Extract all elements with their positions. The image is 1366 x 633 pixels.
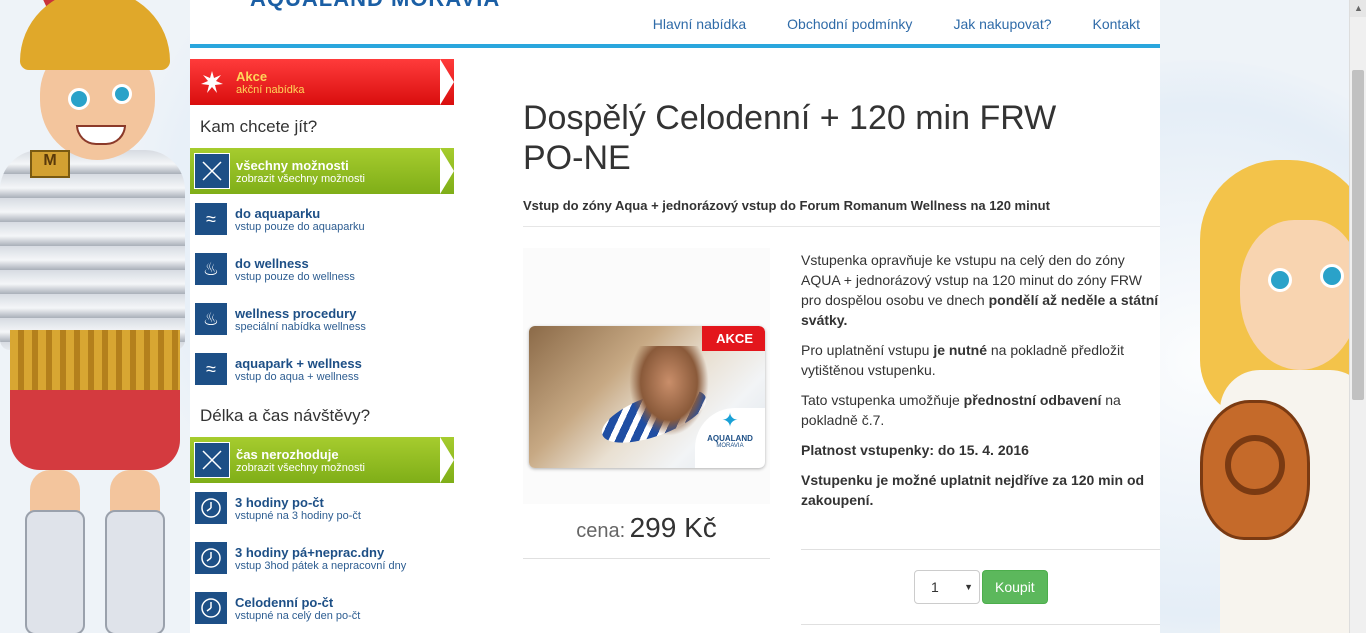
nav-how-to-buy[interactable]: Jak nakupovat?: [953, 16, 1051, 32]
sidebar-item-subtitle: vstup 3hod pátek a nepracovní dny: [235, 559, 407, 572]
sidebar-item-3h-mon-thu[interactable]: 3 hodiny po-čt vstupné na 3 hodiny po-čt: [190, 483, 454, 533]
ticket-logo-text: AQUALAND: [707, 434, 753, 443]
aqualand-logo: ✦ AQUALAND MORAVIA: [695, 408, 765, 468]
scroll-up-arrow-icon[interactable]: ▲: [1350, 0, 1366, 17]
validity: Platnost vstupenky: do 15. 4. 2016: [801, 440, 1160, 460]
sidebar-item-title: aquapark + wellness: [235, 355, 362, 371]
sidebar-item-title: wellness procedury: [235, 305, 357, 321]
clock-icon: [195, 542, 227, 574]
where-heading: Kam chcete jít?: [200, 117, 318, 136]
description-paragraph: Tato vstupenka umožňuje přednostní odbav…: [801, 390, 1160, 430]
usage-note-text: Vstupenku je možné uplatnit nejdříve za …: [801, 472, 1145, 508]
quantity-select[interactable]: 1 ▼: [914, 570, 980, 604]
sidebar-item-wellness-procedures[interactable]: ♨ wellness procedury speciální nabídka w…: [190, 294, 454, 344]
product-image-column: AKCE ✦ AQUALAND MORAVIA cena: 299 Kč: [523, 248, 770, 559]
top-navigation: Hlavní nabídka Obchodní podmínky Jak nak…: [190, 0, 1160, 48]
filter-all-title: všechny možnosti: [236, 157, 349, 173]
sidebar-promo[interactable]: Akce akční nabídka: [190, 59, 454, 105]
sidebar-item-title: do wellness: [235, 255, 309, 271]
sidebar-item-subtitle: vstup pouze do aquaparku: [235, 220, 365, 233]
buy-button[interactable]: Koupit: [982, 570, 1048, 604]
main-wrapper: AQUALAND MORAVIA Hlavní nabídka Obchodní…: [190, 0, 1160, 633]
product-description: Vstupenka opravňuje ke vstupu na celý de…: [801, 250, 1160, 520]
sidebar-item-aquapark-wellness[interactable]: ≈ aquapark + wellness vstup do aqua + we…: [190, 344, 454, 394]
duration-heading: Délka a čas návštěvy?: [200, 406, 371, 425]
cross-icon: [194, 442, 230, 478]
quantity-value: 1: [931, 579, 939, 595]
divider: [523, 558, 770, 559]
sidebar: Akce akční nabídka Kam chcete jít? všech…: [190, 59, 454, 633]
product-image: AKCE ✦ AQUALAND MORAVIA: [523, 248, 770, 504]
price-value: 299 Kč: [629, 512, 717, 543]
swimmer-icon: ≈: [195, 203, 227, 235]
filter-any-time-subtitle: zobrazit všechny možnosti: [236, 461, 365, 474]
description-text: Tato vstupenka umožňuje: [801, 392, 964, 408]
purchase-form: 1 ▼ Koupit: [914, 570, 1048, 604]
filter-all-options[interactable]: všechny možnosti zobrazit všechny možnos…: [190, 148, 454, 194]
product-detail: Dospělý Celodenní + 120 min FRW PO-NE Vs…: [523, 98, 1160, 625]
price-label: cena:: [576, 520, 626, 542]
page-scrollbar[interactable]: ▲: [1349, 0, 1366, 633]
scrollbar-thumb[interactable]: [1352, 70, 1364, 400]
sidebar-item-3h-fri-holidays[interactable]: 3 hodiny pá+neprac.dny vstup 3hod pátek …: [190, 533, 454, 583]
promo-subtitle: akční nabídka: [236, 83, 305, 96]
sidebar-item-subtitle: vstup do aqua + wellness: [235, 370, 359, 383]
sauna-icon: ♨: [195, 303, 227, 335]
nav-main-offer[interactable]: Hlavní nabídka: [653, 16, 746, 32]
filter-all-subtitle: zobrazit všechny možnosti: [236, 172, 365, 185]
description-emphasis: přednostní odbavení: [963, 392, 1102, 408]
clock-icon: [195, 492, 227, 524]
sidebar-item-title: 3 hodiny pá+neprac.dny: [235, 544, 385, 560]
splash-icon: ✦: [721, 410, 739, 432]
sidebar-item-wellness[interactable]: ♨ do wellness vstup pouze do wellness: [190, 244, 454, 294]
sauna-icon: ♨: [195, 253, 227, 285]
sidebar-item-subtitle: vstup pouze do wellness: [235, 270, 355, 283]
sidebar-item-subtitle: speciální nabídka wellness: [235, 320, 366, 333]
ticket-logo-subtext: MORAVIA: [716, 443, 744, 449]
page-title: Dospělý Celodenní + 120 min FRW PO-NE: [523, 99, 1057, 177]
ticket-image: AKCE ✦ AQUALAND MORAVIA: [529, 326, 765, 468]
roman-soldier-mascot: M: [0, 0, 190, 633]
description-paragraph: Vstupenka opravňuje ke vstupu na celý de…: [801, 250, 1160, 330]
nav-contact[interactable]: Kontakt: [1093, 16, 1140, 32]
divider: [801, 624, 1160, 625]
divider: [801, 549, 1160, 550]
validity-text: Platnost vstupenky: do 15. 4. 2016: [801, 442, 1029, 458]
divider: [523, 226, 1160, 227]
product-subtitle: Vstup do zóny Aqua + jednorázový vstup d…: [523, 198, 1050, 213]
chevron-down-icon: ▼: [964, 582, 973, 592]
nav-terms[interactable]: Obchodní podmínky: [787, 16, 912, 32]
promo-title: Akce: [236, 68, 268, 84]
sidebar-item-subtitle: vstupné na celý den po-čt: [235, 609, 361, 622]
starburst-icon: [194, 64, 230, 100]
swimmer-sauna-icon: ≈: [195, 353, 227, 385]
filter-any-time-title: čas nerozhoduje: [236, 446, 339, 462]
girl-amphora-mascot: [1180, 160, 1366, 633]
sidebar-item-aquapark[interactable]: ≈ do aquaparku vstup pouze do aquaparku: [190, 194, 454, 244]
description-text: Pro uplatnění vstupu: [801, 342, 934, 358]
description-emphasis: je nutné: [933, 342, 987, 358]
sidebar-item-subtitle: vstupné na 3 hodiny po-čt: [235, 509, 361, 522]
sidebar-item-title: Celodenní po-čt: [235, 594, 334, 610]
sidebar-item-title: 3 hodiny po-čt: [235, 494, 324, 510]
description-paragraph: Pro uplatnění vstupu je nutné na pokladn…: [801, 340, 1160, 380]
price: cena: 299 Kč: [523, 512, 770, 544]
sidebar-item-title: do aquaparku: [235, 205, 321, 221]
usage-note: Vstupenku je možné uplatnit nejdříve za …: [801, 470, 1160, 510]
clock-icon: [195, 592, 227, 624]
sidebar-item-allday-mon-thu[interactable]: Celodenní po-čt vstupné na celý den po-č…: [190, 583, 454, 633]
akce-badge: AKCE: [702, 326, 765, 351]
cross-icon: [194, 153, 230, 189]
filter-any-time[interactable]: čas nerozhoduje zobrazit všechny možnost…: [190, 437, 454, 483]
